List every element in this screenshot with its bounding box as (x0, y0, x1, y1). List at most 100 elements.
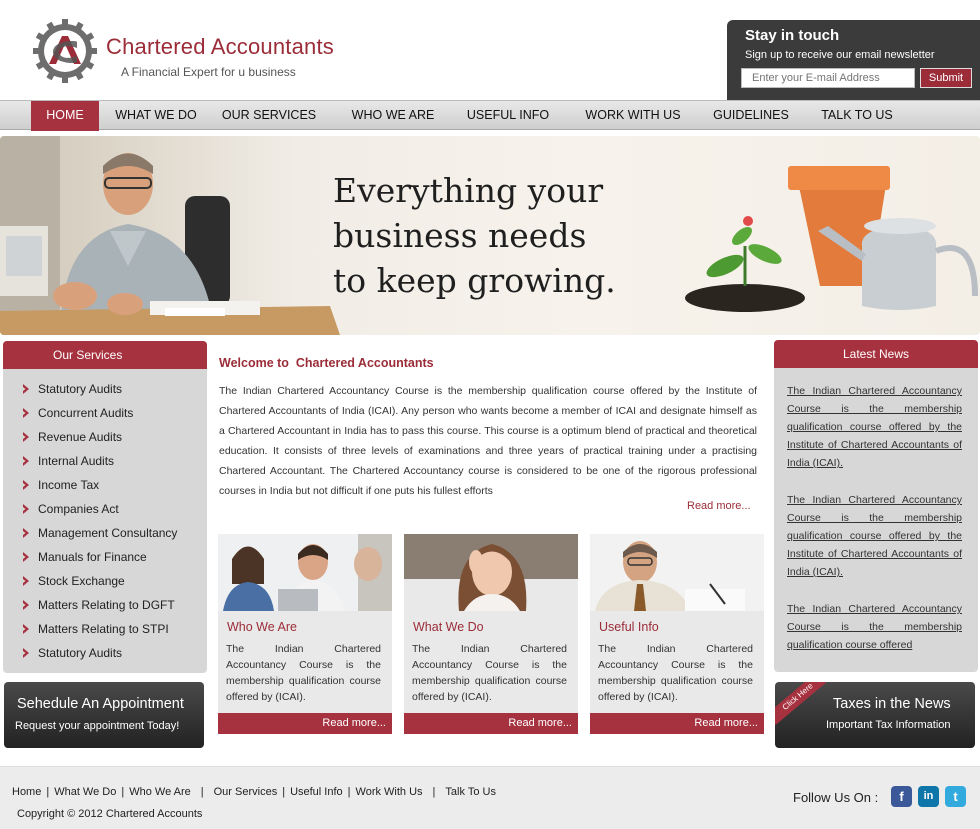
card-useful-info: Useful Info The Indian Chartered Account… (590, 534, 764, 734)
banner-line-3: to keep growing. (333, 261, 616, 300)
footer-link-useful-info[interactable]: Useful Info (290, 786, 343, 798)
service-item-label: Statutory Audits (38, 382, 123, 396)
news-panel: Latest News The Indian Chartered Account… (774, 340, 978, 672)
service-item[interactable]: Management Consultancy (3, 521, 207, 545)
nav-item-work-with-us[interactable]: WORK WITH US (578, 101, 688, 131)
news-item[interactable]: The Indian Chartered Accountancy Course … (787, 382, 962, 472)
card-read-more-button[interactable]: Read more... (218, 713, 392, 734)
twitter-icon[interactable]: t (945, 786, 966, 807)
chevron-right-icon (23, 384, 29, 394)
nav-item-who-we-are[interactable]: WHO WE ARE (343, 101, 443, 131)
services-panel: Our Services Statutory Audits Concurrent … (3, 341, 207, 673)
footer-link-who-we-are[interactable]: Who We Are (129, 786, 191, 798)
footer-separator: | (46, 786, 50, 798)
chevron-right-icon (23, 552, 29, 562)
nav-item-home[interactable]: HOME (31, 101, 99, 131)
follow-us-label: Follow Us On : (793, 790, 879, 805)
nav-item-guidelines[interactable]: GUIDELINES (705, 101, 797, 131)
card-image-man (590, 534, 764, 611)
chevron-right-icon (23, 528, 29, 538)
footer-link-work-with-us[interactable]: Work With Us (356, 786, 423, 798)
services-title: Our Services (3, 341, 207, 369)
footer-link-our-services[interactable]: Our Services (214, 786, 278, 798)
linkedin-icon[interactable]: in (918, 786, 939, 807)
newsletter-panel: Stay in touch Sign up to receive our ema… (727, 20, 980, 100)
newsletter-title: Stay in touch (745, 27, 840, 44)
service-item[interactable]: Manuals for Finance (3, 545, 207, 569)
footer-separator: | (347, 786, 351, 798)
service-item-label: Concurrent Audits (38, 406, 134, 420)
footer-link-talk-to-us[interactable]: Talk To Us (445, 786, 496, 798)
service-item-label: Revenue Audits (38, 430, 123, 444)
logo-title: Chartered Accountants (106, 34, 335, 59)
service-item[interactable]: Statutory Audits (3, 377, 207, 401)
copyright: Copyright © 2012 Chartered Accounts (17, 808, 203, 820)
taxes-title: Taxes in the News (833, 696, 951, 712)
facebook-icon[interactable]: f (891, 786, 912, 807)
service-item-label: Manuals for Finance (38, 550, 147, 564)
welcome-body: The Indian Chartered Accountancy Course … (219, 385, 757, 497)
service-item-label: Management Consultancy (38, 526, 178, 540)
footer-separator: | (200, 786, 204, 798)
chevron-right-icon (23, 480, 29, 490)
service-item[interactable]: Statutory Audits (3, 641, 207, 665)
main-nav: HOME WHAT WE DO OUR SERVICES WHO WE ARE … (0, 100, 980, 131)
click-here-ribbon: Click Here (775, 682, 830, 725)
card-who-we-are: Who We Are The Indian Chartered Accounta… (218, 534, 392, 734)
card-title: Who We Are (227, 620, 297, 634)
card-title: What We Do (413, 620, 484, 634)
logo-tagline: A Financial Expert for u business (121, 65, 296, 79)
service-item-label: Statutory Audits (38, 646, 123, 660)
service-item-label: Income Tax (38, 478, 100, 492)
service-item[interactable]: Stock Exchange (3, 569, 207, 593)
news-item[interactable]: The Indian Chartered Accountancy Course … (787, 491, 962, 581)
welcome-title: Welcome to Chartered Accountants (219, 356, 434, 370)
nav-item-talk-to-us[interactable]: TALK TO US (814, 101, 900, 131)
card-what-we-do: What We Do The Indian Chartered Accounta… (404, 534, 578, 734)
card-text: The Indian Chartered Accountancy Course … (412, 643, 567, 703)
news-title: Latest News (774, 340, 978, 368)
service-item[interactable]: Internal Audits (3, 449, 207, 473)
card-text: The Indian Chartered Accountancy Course … (598, 643, 753, 703)
service-item-label: Companies Act (38, 502, 119, 516)
nav-item-what-we-do[interactable]: WHAT WE DO (108, 101, 204, 131)
card-read-more-button[interactable]: Read more... (404, 713, 578, 734)
footer-separator: | (282, 786, 286, 798)
footer-link-home[interactable]: Home (12, 786, 41, 798)
footer-separator: | (121, 786, 125, 798)
appointment-subtitle: Request your appointment Today! (15, 720, 180, 732)
logo-gear-icon (33, 19, 97, 83)
chevron-right-icon (23, 624, 29, 634)
newsletter-email-input[interactable] (741, 68, 915, 88)
service-item[interactable]: Matters Relating to DGFT (3, 593, 207, 617)
newsletter-submit-button[interactable]: Submit (920, 68, 972, 88)
appointment-button[interactable]: Sehedule An Appointment Request your app… (4, 682, 204, 748)
chevron-right-icon (23, 648, 29, 658)
welcome-read-more-link[interactable]: Read more... (687, 500, 751, 512)
taxes-news-button[interactable]: Click Here Taxes in the News Important T… (775, 682, 975, 748)
card-image-woman (404, 534, 578, 611)
banner-line-2: business needs (333, 216, 587, 255)
nav-item-our-services[interactable]: OUR SERVICES (214, 101, 324, 131)
newsletter-subtitle: Sign up to receive our email newsletter (745, 49, 935, 61)
footer-separator: | (432, 786, 436, 798)
service-item[interactable]: Income Tax (3, 473, 207, 497)
nav-item-useful-info[interactable]: USEFUL INFO (459, 101, 557, 131)
chevron-right-icon (23, 456, 29, 466)
card-image-people (218, 534, 392, 611)
footer-link-what-we-do[interactable]: What We Do (54, 786, 116, 798)
banner-headline: Everything your business needs to keep g… (333, 168, 616, 303)
service-item[interactable]: Matters Relating to STPI (3, 617, 207, 641)
card-text: The Indian Chartered Accountancy Course … (226, 643, 381, 703)
news-item[interactable]: The Indian Chartered Accountancy Course … (787, 600, 962, 654)
service-item-label: Matters Relating to STPI (38, 622, 169, 636)
taxes-subtitle: Important Tax Information (826, 719, 951, 731)
service-item-label: Internal Audits (38, 454, 115, 468)
service-item[interactable]: Revenue Audits (3, 425, 207, 449)
logo[interactable]: Chartered Accountants A Financial Expert… (32, 18, 372, 88)
services-list: Statutory Audits Concurrent Audits Revenue… (3, 377, 207, 665)
service-item[interactable]: Companies Act (3, 497, 207, 521)
service-item[interactable]: Concurrent Audits (3, 401, 207, 425)
card-read-more-button[interactable]: Read more... (590, 713, 764, 734)
chevron-right-icon (23, 504, 29, 514)
